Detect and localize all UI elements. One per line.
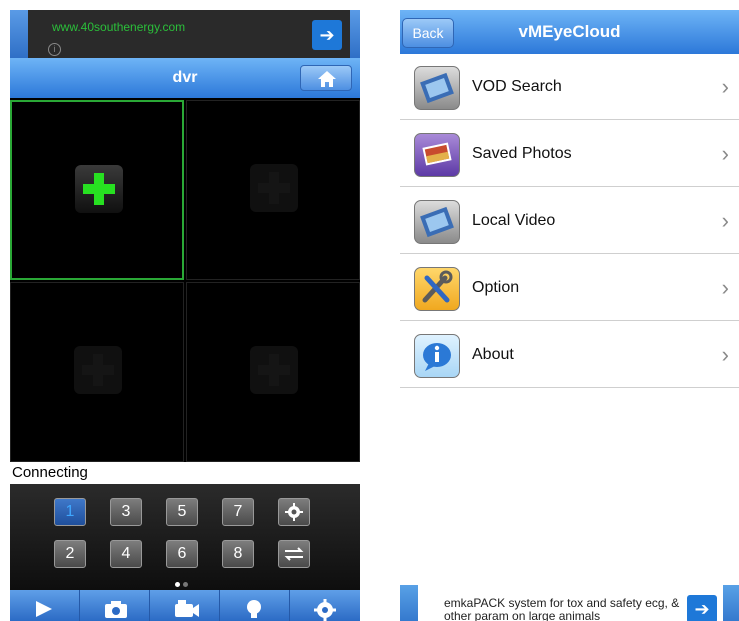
add-camera-button[interactable]	[250, 164, 298, 212]
tools-icon	[414, 267, 460, 311]
channel-key-5[interactable]: 5	[166, 498, 198, 526]
arrow-right-icon[interactable]: ➔	[687, 595, 717, 621]
gear-icon	[314, 599, 336, 621]
menu-item-about[interactable]: About ›	[400, 322, 739, 388]
ad-edge	[350, 10, 360, 58]
video-cell-3[interactable]	[10, 282, 184, 462]
video-cell-1[interactable]	[10, 100, 184, 280]
ad-url-text[interactable]: www.40southenergy.com	[52, 20, 185, 34]
chevron-right-icon: ›	[721, 208, 729, 233]
dvr-screen: www.40southenergy.com i ➔ dvr Connecting…	[10, 10, 360, 621]
channel-key-4[interactable]: 4	[110, 540, 142, 568]
back-button[interactable]: Back	[402, 18, 454, 48]
film-reel-icon	[414, 66, 460, 110]
gear-icon	[285, 503, 303, 521]
menu-item-vod-search[interactable]: VOD Search ›	[400, 54, 739, 120]
home-icon	[318, 71, 336, 87]
ad-text[interactable]: emkaPACK system for tox and safety ecg, …	[444, 597, 704, 621]
snapshot-button[interactable]	[80, 590, 150, 621]
home-button[interactable]	[300, 65, 352, 91]
channel-key-1[interactable]: 1	[54, 498, 86, 526]
film-reel-icon	[414, 200, 460, 244]
ad-banner-top[interactable]: www.40southenergy.com i ➔	[10, 10, 360, 58]
menu-screen: vMEyeCloud Back VOD Search › Saved Photo…	[400, 10, 739, 621]
menu-item-saved-photos[interactable]: Saved Photos ›	[400, 121, 739, 187]
bottom-toolbar	[10, 590, 360, 621]
channel-key-2[interactable]: 2	[54, 540, 86, 568]
arrow-right-icon[interactable]: ➔	[312, 20, 342, 50]
camera-icon	[105, 601, 127, 618]
chevron-right-icon: ›	[721, 342, 729, 367]
status-text: Connecting	[10, 462, 360, 484]
menu-item-local-video[interactable]: Local Video ›	[400, 188, 739, 254]
play-button[interactable]	[10, 590, 80, 621]
video-cell-4[interactable]	[186, 282, 360, 462]
light-button[interactable]	[220, 590, 290, 621]
video-camera-icon	[175, 600, 199, 617]
channel-control-panel: 1 3 5 7 2 4 6 8	[10, 484, 360, 590]
menu-item-option[interactable]: Option ›	[400, 255, 739, 321]
ad-edge	[10, 10, 28, 58]
info-bubble-icon	[414, 334, 460, 378]
add-camera-button[interactable]	[75, 165, 123, 213]
menu-item-label: Option	[472, 279, 520, 296]
channel-key-6[interactable]: 6	[166, 540, 198, 568]
menu-item-label: Local Video	[472, 212, 556, 229]
channel-key-7[interactable]: 7	[222, 498, 254, 526]
video-grid	[10, 98, 360, 462]
dvr-header: dvr	[10, 58, 360, 98]
chevron-right-icon: ›	[721, 74, 729, 99]
swap-key[interactable]	[278, 540, 310, 568]
settings-button[interactable]	[290, 590, 360, 621]
chevron-right-icon: ›	[721, 141, 729, 166]
page-indicator	[175, 574, 195, 587]
video-cell-2[interactable]	[186, 100, 360, 280]
menu-item-label: About	[472, 346, 514, 363]
menu-item-label: VOD Search	[472, 78, 562, 95]
settings-key[interactable]	[278, 498, 310, 526]
lightbulb-icon	[247, 600, 261, 618]
swap-arrows-icon	[284, 547, 304, 561]
menu-item-label: Saved Photos	[472, 145, 572, 162]
ad-banner-bottom[interactable]: emkaPACK system for tox and safety ecg, …	[400, 585, 739, 621]
add-camera-button[interactable]	[250, 346, 298, 394]
photos-icon	[414, 133, 460, 177]
ad-body[interactable]: emkaPACK system for tox and safety ecg, …	[418, 585, 723, 621]
channel-key-8[interactable]: 8	[222, 540, 254, 568]
ad-body[interactable]: www.40southenergy.com i	[28, 10, 350, 58]
add-camera-button[interactable]	[74, 346, 122, 394]
channel-key-3[interactable]: 3	[110, 498, 142, 526]
info-icon[interactable]: i	[48, 43, 61, 56]
record-button[interactable]	[150, 590, 220, 621]
play-icon	[36, 601, 52, 617]
menu-header: vMEyeCloud Back	[400, 10, 739, 54]
chevron-right-icon: ›	[721, 275, 729, 300]
